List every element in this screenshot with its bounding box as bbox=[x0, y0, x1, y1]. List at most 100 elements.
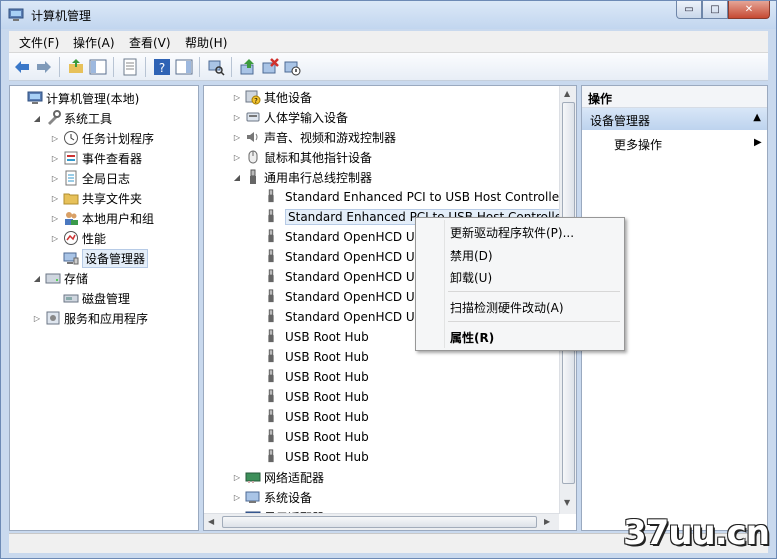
tree-item-0[interactable]: 计算机管理(本地) bbox=[14, 88, 139, 108]
title-bar[interactable]: 计算机管理 ▭ □ ✕ bbox=[1, 1, 776, 29]
tree-item-1[interactable]: ◢ 系统工具 bbox=[32, 108, 112, 128]
device-item[interactable]: USB Root Hub bbox=[260, 387, 369, 407]
expand-arrow-icon[interactable]: ▷ bbox=[50, 214, 60, 223]
context-menu: 更新驱动程序软件(P)... 禁用(D) 卸载(U) 扫描检测硬件改动(A) 属… bbox=[415, 217, 625, 351]
tree-item-4[interactable]: ▷ 全局日志 bbox=[50, 168, 130, 188]
menu-action[interactable]: 操作(A) bbox=[73, 34, 115, 51]
collapse-arrow-icon[interactable]: ◢ bbox=[32, 114, 42, 123]
scan-hardware-icon[interactable] bbox=[207, 58, 225, 76]
usb-device-icon bbox=[264, 409, 278, 425]
device-item[interactable]: USB Root Hub bbox=[260, 407, 369, 427]
tree-item-5[interactable]: ▷ 共享文件夹 bbox=[50, 188, 142, 208]
tree-item-label: 共享文件夹 bbox=[82, 191, 143, 206]
menu-update-driver[interactable]: 更新驱动程序软件(P)... bbox=[450, 224, 574, 241]
menu-view[interactable]: 查看(V) bbox=[129, 34, 171, 51]
actions-header: 操作 bbox=[582, 86, 767, 108]
actions-device-manager[interactable]: 设备管理器 ▲ bbox=[582, 108, 767, 130]
forward-arrow-icon[interactable] bbox=[35, 58, 53, 76]
device-item[interactable]: USB Root Hub bbox=[260, 447, 369, 467]
device-category[interactable]: ▷ 网络适配器 bbox=[232, 467, 324, 487]
menu-scan-hardware[interactable]: 扫描检测硬件改动(A) bbox=[450, 299, 564, 316]
show-hide-tree-icon[interactable] bbox=[89, 58, 107, 76]
device-category[interactable]: ▷ 声音、视频和游戏控制器 bbox=[232, 127, 396, 147]
horizontal-scroll-thumb[interactable] bbox=[222, 516, 537, 528]
maximize-button[interactable]: □ bbox=[702, 1, 728, 19]
tree-item-label: 全局日志 bbox=[82, 171, 131, 186]
device-category[interactable]: ▷? 其他设备 bbox=[232, 87, 312, 107]
scroll-left-icon[interactable]: ◀ bbox=[208, 517, 214, 526]
more-actions[interactable]: 更多操作 bbox=[614, 136, 662, 153]
expand-arrow-icon[interactable]: ▷ bbox=[232, 113, 242, 122]
computer-management-icon bbox=[8, 8, 24, 21]
speaker-icon bbox=[245, 129, 261, 145]
device-category[interactable]: ▷ 人体学输入设备 bbox=[232, 107, 348, 127]
tree-item-10[interactable]: 磁盘管理 bbox=[50, 288, 130, 308]
update-driver-icon[interactable] bbox=[239, 58, 257, 76]
tree-item-label: 设备管理器 bbox=[82, 248, 149, 268]
scroll-down-icon[interactable]: ▼ bbox=[564, 498, 570, 507]
toolbar: ? bbox=[9, 53, 768, 81]
tree-item-3[interactable]: ▷ 事件查看器 bbox=[50, 148, 142, 168]
tree-item-label: 事件查看器 bbox=[82, 151, 143, 166]
expand-arrow-icon[interactable]: ▷ bbox=[50, 194, 60, 203]
usb-icon bbox=[245, 169, 261, 185]
collapse-arrow-icon[interactable]: ◢ bbox=[32, 274, 42, 283]
tree-item-2[interactable]: ▷ 任务计划程序 bbox=[50, 128, 154, 148]
up-folder-icon[interactable] bbox=[67, 58, 85, 76]
menu-uninstall[interactable]: 卸载(U) bbox=[450, 269, 492, 286]
horizontal-scrollbar[interactable]: ◀ ▶ bbox=[204, 513, 559, 530]
device-item[interactable]: USB Root Hub bbox=[260, 427, 369, 447]
usb-device-icon bbox=[264, 429, 278, 445]
tree-item-label: 服务和应用程序 bbox=[64, 311, 149, 326]
expand-arrow-icon[interactable]: ▷ bbox=[232, 153, 242, 162]
expand-arrow-icon[interactable]: ▷ bbox=[32, 314, 42, 323]
hid-icon bbox=[245, 109, 261, 125]
device-item-label: USB Root Hub bbox=[285, 430, 369, 444]
device-item[interactable]: USB Root Hub bbox=[260, 327, 369, 347]
action-pane-icon[interactable] bbox=[175, 58, 193, 76]
properties-sheet-icon[interactable] bbox=[121, 58, 139, 76]
window: 计算机管理 ▭ □ ✕ 文件(F) 操作(A) 查看(V) 帮助(H) ? 计算… bbox=[0, 0, 777, 559]
menu-disable[interactable]: 禁用(D) bbox=[450, 247, 493, 264]
collapse-arrow-icon[interactable]: ◢ bbox=[232, 173, 242, 182]
watermark: 37uu.cn bbox=[623, 513, 770, 553]
actions-device-manager-label: 设备管理器 bbox=[590, 114, 651, 128]
uninstall-icon[interactable] bbox=[261, 58, 279, 76]
maximize-icon: □ bbox=[710, 4, 720, 15]
console-tree-pane[interactable]: 计算机管理(本地) ◢ 系统工具 ▷ 任务计划程序 ▷ 事件查看器 ▷ 全局日志 ▷ 共享文件夹 ▷ 本… bbox=[9, 85, 199, 531]
usb-device-icon bbox=[264, 269, 278, 285]
back-arrow-icon[interactable] bbox=[13, 58, 31, 76]
expand-arrow-icon[interactable]: ▷ bbox=[232, 473, 242, 482]
minimize-button[interactable]: ▭ bbox=[676, 1, 702, 19]
tree-item-8[interactable]: 设备管理器 bbox=[50, 248, 149, 268]
device-item[interactable]: USB Root Hub bbox=[260, 367, 369, 387]
device-item[interactable]: Standard Enhanced PCI to USB Host Contro… bbox=[260, 187, 564, 207]
menu-file[interactable]: 文件(F) bbox=[19, 34, 59, 51]
device-item[interactable]: USB Root Hub bbox=[260, 347, 369, 367]
expand-arrow-icon[interactable]: ▷ bbox=[232, 133, 242, 142]
expand-arrow-icon[interactable]: ▷ bbox=[232, 93, 242, 102]
svg-text:?: ? bbox=[159, 61, 165, 75]
expand-arrow-icon[interactable]: ▷ bbox=[50, 154, 60, 163]
system-devices-icon bbox=[245, 489, 261, 505]
menu-help[interactable]: 帮助(H) bbox=[185, 34, 227, 51]
device-category[interactable]: ◢ 通用串行总线控制器 bbox=[232, 167, 372, 187]
usb-device-icon bbox=[264, 389, 278, 405]
disable-device-icon[interactable] bbox=[283, 58, 301, 76]
scroll-up-icon[interactable]: ▲ bbox=[564, 89, 570, 98]
menu-properties[interactable]: 属性(R) bbox=[450, 329, 494, 346]
tree-item-11[interactable]: ▷ 服务和应用程序 bbox=[32, 308, 148, 328]
device-category[interactable]: ▷ 鼠标和其他指针设备 bbox=[232, 147, 372, 167]
scroll-right-icon[interactable]: ▶ bbox=[544, 517, 550, 526]
device-category[interactable]: ▷ 系统设备 bbox=[232, 487, 312, 507]
expand-arrow-icon[interactable]: ▷ bbox=[50, 234, 60, 243]
expand-arrow-icon[interactable]: ▷ bbox=[232, 493, 242, 502]
close-button[interactable]: ✕ bbox=[728, 1, 770, 19]
tree-item-9[interactable]: ◢ 存储 bbox=[32, 268, 88, 288]
network-adapter-icon bbox=[245, 469, 261, 485]
tree-item-6[interactable]: ▷ 本地用户和组 bbox=[50, 208, 154, 228]
help-icon[interactable]: ? bbox=[153, 58, 171, 76]
expand-arrow-icon[interactable]: ▷ bbox=[50, 134, 60, 143]
expand-arrow-icon[interactable]: ▷ bbox=[50, 174, 60, 183]
tree-item-7[interactable]: ▷ 性能 bbox=[50, 228, 106, 248]
